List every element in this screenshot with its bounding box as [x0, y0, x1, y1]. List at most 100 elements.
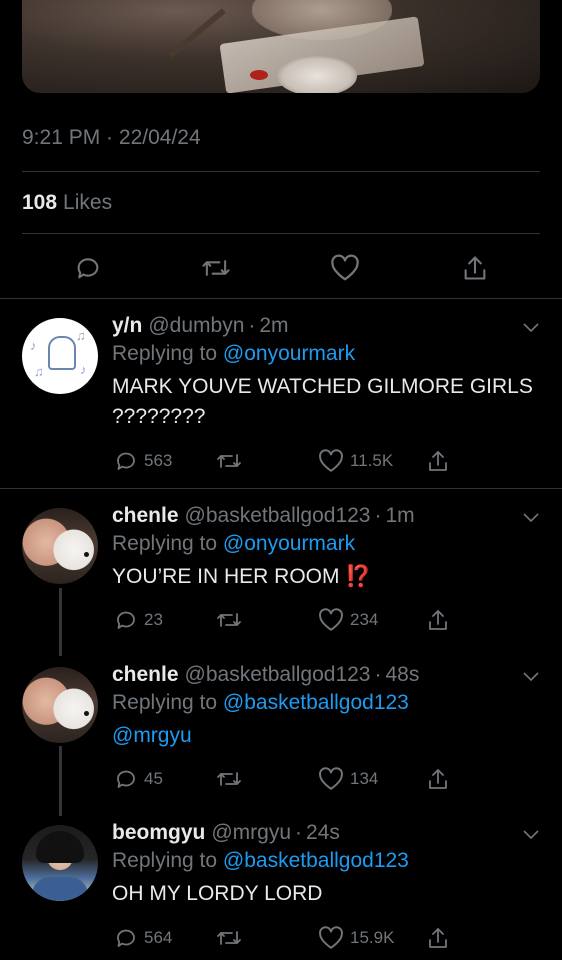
reply-button[interactable] [68, 248, 108, 288]
retweet-button[interactable] [196, 248, 236, 288]
reply-header: y/n @dumbyn · 2m [112, 314, 542, 338]
music-note-icon: ♫ [34, 364, 44, 379]
reply-header: chenle @basketballgod123 · 48s [112, 663, 542, 687]
replying-label: Replying to [112, 342, 218, 365]
retweet-button[interactable] [215, 767, 249, 791]
avatar[interactable] [22, 508, 98, 584]
share-button[interactable] [426, 449, 456, 473]
dot-separator: · [295, 821, 303, 844]
user-handle[interactable]: @dumbyn [148, 314, 244, 337]
user-handle[interactable]: @mrgyu [211, 821, 291, 844]
user-handle[interactable]: @basketballgod123 [185, 663, 371, 686]
display-name[interactable]: chenle [112, 663, 179, 686]
reply-body: y/n @dumbyn · 2m Replying to @onyourmark MA… [112, 314, 542, 432]
share-button[interactable] [426, 767, 456, 791]
replying-to: Replying to @basketballgod123 [112, 691, 542, 715]
thread-connector [59, 588, 62, 656]
avatar-detail [84, 552, 89, 557]
avatar-detail [36, 831, 84, 863]
reply-count: 45 [144, 769, 163, 788]
media-red-object [250, 70, 268, 80]
replying-mention[interactable]: @onyourmark [223, 532, 355, 555]
avatar[interactable] [22, 667, 98, 743]
reply-text: YOU’RE IN HER ROOM [112, 565, 340, 588]
share-icon [464, 256, 486, 280]
avatar[interactable] [22, 825, 98, 901]
like-count: 234 [350, 610, 379, 629]
retweet-button[interactable] [215, 608, 249, 632]
replying-mention[interactable]: @onyourmark [223, 342, 355, 365]
reply-icon [117, 611, 135, 629]
avatar[interactable]: ♪ ♫ ♪ ♫ [22, 318, 98, 394]
reply-icon [117, 929, 135, 947]
avatar-detail [84, 711, 89, 716]
reply-text-container: YOU’RE IN HER ROOM ⁉️ [112, 562, 542, 592]
heart-icon [319, 926, 343, 949]
divider [22, 233, 540, 234]
replying-mention[interactable]: @basketballgod123 [223, 691, 409, 714]
media-cup [277, 56, 357, 93]
retweet-icon [217, 931, 241, 945]
reply-body: chenle @basketballgod123 · 1m Replying to @… [112, 504, 542, 592]
display-name[interactable]: beomgyu [112, 821, 205, 844]
reply-icon [117, 452, 135, 470]
share-button[interactable] [455, 248, 495, 288]
like-button[interactable]: 234 [318, 608, 378, 632]
reply-time: 2m [259, 314, 289, 337]
like-button[interactable]: 11.5K [318, 449, 393, 473]
meta-separator: · [100, 126, 119, 149]
heart-icon [319, 449, 343, 472]
tweet-time: 9:21 PM [22, 126, 101, 149]
reply-text: MARK YOUVE WATCHED GILMORE GIRLS ???????… [112, 375, 533, 428]
ghost-drawing [48, 336, 76, 370]
reply-body: beomgyu @mrgyu · 24s Replying to @basketbal… [112, 821, 542, 909]
heart-icon [319, 767, 343, 790]
replying-label: Replying to [112, 691, 218, 714]
display-name[interactable]: chenle [112, 504, 179, 527]
share-icon [429, 928, 447, 948]
share-button[interactable] [426, 608, 456, 632]
thread-connector [59, 746, 62, 816]
share-icon [429, 451, 447, 471]
reply-button[interactable]: 45 [114, 767, 163, 791]
like-button[interactable] [325, 248, 365, 288]
retweet-icon [217, 613, 241, 627]
replying-to: Replying to @basketballgod123 [112, 849, 542, 873]
heart-icon [319, 608, 343, 631]
reply-actions: 564 15.9K [112, 926, 452, 954]
dot-separator: · [248, 314, 256, 337]
reply-header: chenle @basketballgod123 · 1m [112, 504, 542, 528]
share-button[interactable] [426, 926, 456, 950]
tweet-action-bar [0, 248, 562, 288]
likes-count: 108 [22, 191, 58, 214]
like-count: 11.5K [350, 451, 394, 470]
like-count: 134 [350, 769, 379, 788]
reply-time: 24s [306, 821, 340, 844]
reply-button[interactable]: 563 [114, 449, 172, 473]
reply-count: 563 [144, 451, 173, 470]
likes-label: Likes [63, 191, 113, 214]
music-note-icon: ♫ [76, 328, 86, 343]
reply-text-container: @mrgyu [112, 721, 542, 751]
share-icon [429, 610, 447, 630]
avatar-detail [32, 877, 88, 901]
dot-separator: · [374, 504, 382, 527]
reply-text: OH MY LORDY LORD [112, 882, 323, 905]
likes-summary[interactable]: 108 Likes [22, 191, 112, 215]
replying-mention[interactable]: @basketballgod123 [223, 849, 409, 872]
reply-header: beomgyu @mrgyu · 24s [112, 821, 542, 845]
tweet-media-image[interactable] [22, 0, 540, 93]
reply-button[interactable]: 564 [114, 926, 172, 950]
reply-button[interactable]: 23 [114, 608, 163, 632]
like-button[interactable]: 15.9K [318, 926, 394, 950]
music-note-icon: ♪ [30, 338, 37, 353]
user-handle[interactable]: @basketballgod123 [185, 504, 371, 527]
replying-label: Replying to [112, 532, 218, 555]
reply-actions: 563 11.5K [112, 449, 452, 477]
reply-count: 564 [144, 928, 173, 947]
retweet-button[interactable] [215, 926, 249, 950]
like-button[interactable]: 134 [318, 767, 378, 791]
display-name[interactable]: y/n [112, 314, 142, 337]
retweet-button[interactable] [215, 449, 249, 473]
reply-text-mention[interactable]: @mrgyu [112, 724, 192, 747]
